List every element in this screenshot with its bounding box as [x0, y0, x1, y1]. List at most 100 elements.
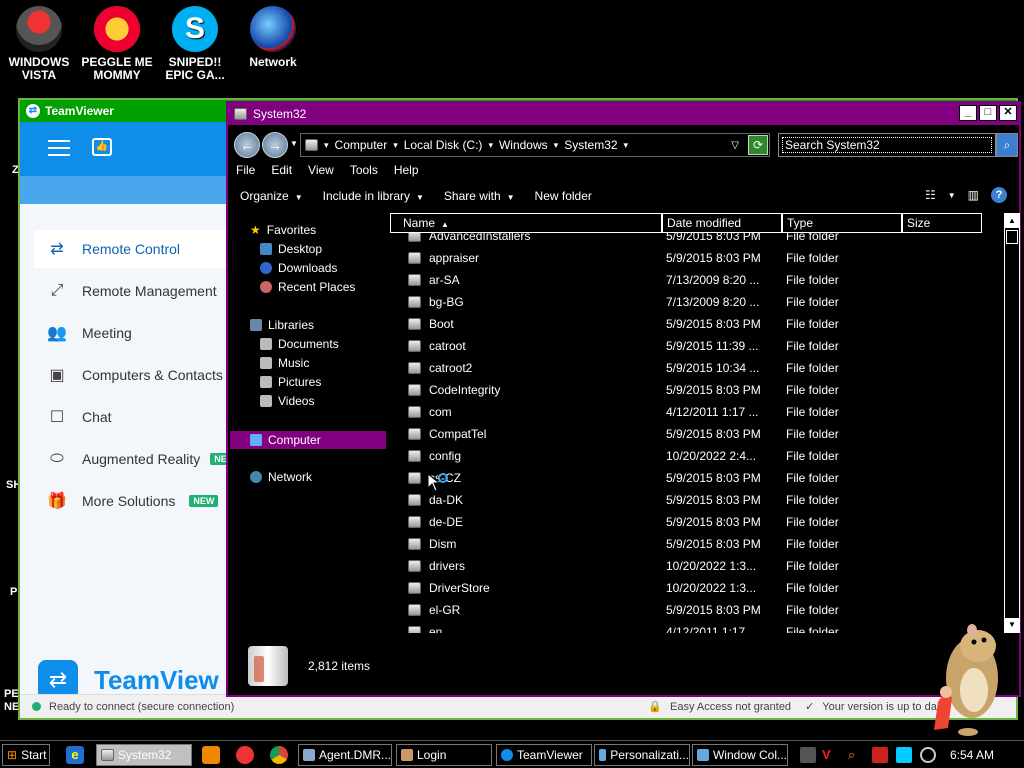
nav-meeting[interactable]: 👥 Meeting — [34, 314, 234, 352]
file-row[interactable]: da-DK 5/9/2015 8:03 PM File folder — [390, 489, 1002, 511]
maximize-button[interactable]: □ — [979, 105, 997, 121]
file-name-cell[interactable]: en — [390, 625, 662, 633]
chevron-icon[interactable]: ▾ — [324, 140, 329, 151]
file-name-cell[interactable]: bg-BG — [390, 295, 662, 309]
search-input[interactable]: Search System32 — [778, 133, 996, 157]
file-name-cell[interactable]: config — [390, 449, 662, 463]
file-row[interactable]: DriverStore 10/20/2022 1:3... File folder — [390, 577, 1002, 599]
hamburger-menu-icon[interactable] — [48, 140, 70, 156]
search-tray-icon[interactable]: ⌕ — [848, 747, 864, 763]
file-name-cell[interactable]: DriverStore — [390, 581, 662, 595]
file-row[interactable]: AdvancedInstallers 5/9/2015 8:03 PM File f… — [390, 233, 1002, 247]
address-dropdown-icon[interactable]: ▽ — [731, 140, 739, 151]
clock[interactable]: 6:54 AM — [950, 748, 994, 762]
volume-icon[interactable] — [920, 747, 936, 763]
column-name[interactable]: Name ▲ — [390, 213, 662, 233]
history-dropdown-icon[interactable]: ▼ — [290, 139, 298, 148]
file-row[interactable]: el-GR 5/9/2015 8:03 PM File folder — [390, 599, 1002, 621]
preview-pane-icon[interactable]: ▥ — [968, 188, 979, 202]
taskbar-item-personalization[interactable]: Personalizati... — [594, 744, 690, 766]
column-date-modified[interactable]: Date modified — [662, 213, 782, 233]
view-options-icon[interactable]: ☷ — [925, 188, 936, 202]
file-name-cell[interactable]: catroot2 — [390, 361, 662, 375]
file-name-cell[interactable]: el-GR — [390, 603, 662, 617]
desktop-icon-sniped[interactable]: S SNIPED!! EPIC GA... — [156, 0, 234, 82]
view-dropdown-icon[interactable]: ▼ — [948, 191, 956, 200]
file-row[interactable]: CompatTel 5/9/2015 8:03 PM File folder — [390, 423, 1002, 445]
file-row[interactable]: com 4/12/2011 1:17 ... File folder — [390, 401, 1002, 423]
taskbar-item-teamviewer[interactable]: TeamViewer — [496, 744, 592, 766]
start-button[interactable]: ⊞ Start — [2, 744, 50, 766]
file-row[interactable]: config 10/20/2022 2:4... File folder — [390, 445, 1002, 467]
desktop-icon-network[interactable]: Network — [234, 0, 312, 69]
share-with-button[interactable]: Share with ▼ — [444, 189, 515, 203]
nav-favorites[interactable]: ★ Favorites — [250, 223, 316, 237]
file-name-cell[interactable]: Boot — [390, 317, 662, 331]
chevron-icon[interactable]: ▾ — [393, 140, 398, 151]
column-size[interactable]: Size — [902, 213, 982, 233]
file-name-cell[interactable]: drivers — [390, 559, 662, 573]
nav-computers-contacts[interactable]: ▣ Computers & Contacts — [34, 356, 234, 394]
media-player-icon[interactable] — [202, 746, 220, 764]
chrome-icon[interactable] — [270, 746, 288, 764]
taskbar-item-login[interactable]: Login — [396, 744, 492, 766]
nav-libraries[interactable]: Libraries — [250, 318, 314, 332]
chevron-icon[interactable]: ▾ — [624, 140, 629, 151]
refresh-button[interactable]: ⟳ — [748, 135, 768, 155]
file-row[interactable]: en 4/12/2011 1:17 ... File folder — [390, 621, 1002, 633]
help-icon[interactable]: ? — [991, 187, 1007, 203]
column-type[interactable]: Type — [782, 213, 902, 233]
tray-app-icon[interactable] — [800, 747, 816, 763]
nav-network[interactable]: Network — [250, 470, 312, 484]
flag-icon[interactable] — [872, 747, 888, 763]
menu-view[interactable]: View — [308, 163, 334, 181]
weibo-icon[interactable] — [236, 746, 254, 764]
nav-remote-control[interactable]: ⇄ Remote Control — [34, 230, 234, 268]
file-row[interactable]: CodeIntegrity 5/9/2015 8:03 PM File folder — [390, 379, 1002, 401]
menu-file[interactable]: File — [236, 163, 255, 181]
file-name-cell[interactable]: da-DK — [390, 493, 662, 507]
chevron-icon[interactable]: ▾ — [488, 140, 493, 151]
scroll-thumb[interactable] — [1006, 230, 1018, 244]
new-folder-button[interactable]: New folder — [535, 189, 592, 203]
feedback-icon[interactable]: 👍 — [92, 138, 112, 156]
breadcrumb-system32[interactable]: System32 — [564, 138, 617, 152]
desktop-icon-peggle[interactable]: PEGGLE ME MOMMY — [78, 0, 156, 82]
nav-documents[interactable]: Documents — [260, 337, 339, 351]
file-row[interactable]: appraiser 5/9/2015 8:03 PM File folder — [390, 247, 1002, 269]
include-library-button[interactable]: Include in library ▼ — [323, 189, 424, 203]
file-name-cell[interactable]: CompatTel — [390, 427, 662, 441]
vertical-scrollbar[interactable]: ▲ ▼ — [1004, 213, 1020, 633]
taskbar-item-agent[interactable]: Agent.DMR... — [298, 744, 392, 766]
display-icon[interactable] — [896, 747, 912, 763]
nav-pictures[interactable]: Pictures — [260, 375, 321, 389]
taskbar-item-window-color[interactable]: Window Col... — [692, 744, 788, 766]
menu-tools[interactable]: Tools — [350, 163, 378, 181]
nav-music[interactable]: Music — [260, 356, 309, 370]
close-button[interactable]: ✕ — [999, 105, 1017, 121]
file-name-cell[interactable]: appraiser — [390, 251, 662, 265]
nav-downloads[interactable]: Downloads — [260, 261, 337, 275]
menu-edit[interactable]: Edit — [271, 163, 292, 181]
file-row[interactable]: bg-BG 7/13/2009 8:20 ... File folder — [390, 291, 1002, 313]
desktop-icon-vista[interactable]: WINDOWS VISTA — [0, 0, 78, 82]
nav-chat[interactable]: ☐ Chat — [34, 398, 234, 436]
file-name-cell[interactable]: de-DE — [390, 515, 662, 529]
file-name-cell[interactable]: Dism — [390, 537, 662, 551]
file-row[interactable]: Dism 5/9/2015 8:03 PM File folder — [390, 533, 1002, 555]
nav-more-solutions[interactable]: 🎁 More Solutions NEW — [34, 482, 234, 520]
menu-help[interactable]: Help — [394, 163, 419, 181]
nav-augmented-reality[interactable]: ⬭ Augmented Reality NE — [34, 440, 234, 478]
file-row[interactable]: de-DE 5/9/2015 8:03 PM File folder — [390, 511, 1002, 533]
file-row[interactable]: Boot 5/9/2015 8:03 PM File folder — [390, 313, 1002, 335]
file-row[interactable]: catroot 5/9/2015 11:39 ... File folder — [390, 335, 1002, 357]
file-name-cell[interactable]: ar-SA — [390, 273, 662, 287]
explorer-titlebar[interactable]: System32 _ □ ✕ — [228, 103, 1019, 125]
file-name-cell[interactable]: CodeIntegrity — [390, 383, 662, 397]
minimize-button[interactable]: _ — [959, 105, 977, 121]
easy-access-status[interactable]: Easy Access not granted — [670, 701, 791, 713]
taskbar-item-system32[interactable]: System32 — [96, 744, 192, 766]
file-name-cell[interactable]: AdvancedInstallers — [390, 233, 662, 243]
organize-button[interactable]: Organize ▼ — [240, 189, 303, 203]
nav-computer[interactable]: Computer — [230, 431, 386, 449]
